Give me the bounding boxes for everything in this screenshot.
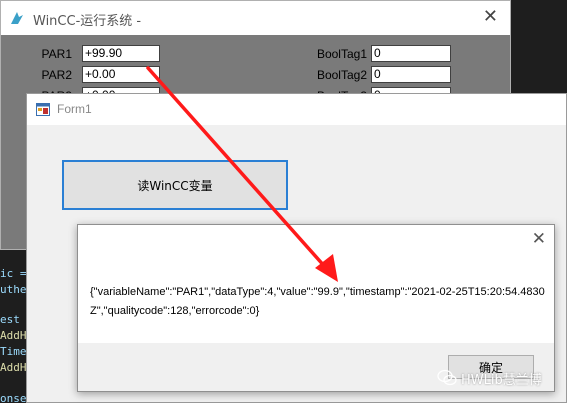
tag-label-par2: PAR2: [41, 68, 72, 82]
tag-field-booltag2[interactable]: 0: [371, 66, 451, 83]
wechat-icon: [437, 369, 457, 386]
tag-field-par1[interactable]: +99.90: [82, 45, 160, 62]
tag-field-par2[interactable]: +0.00: [82, 66, 160, 83]
tag-field-booltag1[interactable]: 0: [371, 45, 451, 62]
wincc-close-icon[interactable]: ✕: [483, 6, 498, 27]
wincc-titlebar[interactable]: WinCC-运行系统 - ✕: [1, 1, 510, 35]
form1-titlebar[interactable]: Form1: [27, 94, 566, 125]
tag-label-booltag2: BoolTag2: [316, 68, 367, 82]
tag-label-booltag1: BoolTag1: [316, 47, 367, 61]
read-wincc-variable-button[interactable]: 读WinCC变量: [62, 160, 288, 210]
watermark-text: HWLib慧兰博: [461, 372, 542, 388]
wincc-logo-icon: [11, 12, 23, 24]
close-icon[interactable]: ✕: [532, 229, 546, 249]
watermark: HWLib慧兰博: [437, 368, 542, 388]
form1-window-title: Form1: [57, 102, 92, 116]
wincc-window-title: WinCC-运行系统 -: [33, 14, 142, 29]
form-icon: [36, 103, 50, 116]
message-text: {"variableName":"PAR1","dataType":4,"val…: [90, 286, 545, 317]
message-box-dialog: ✕ {"variableName":"PAR1","dataType":4,"v…: [77, 224, 555, 392]
tag-label-par1: PAR1: [41, 47, 72, 61]
